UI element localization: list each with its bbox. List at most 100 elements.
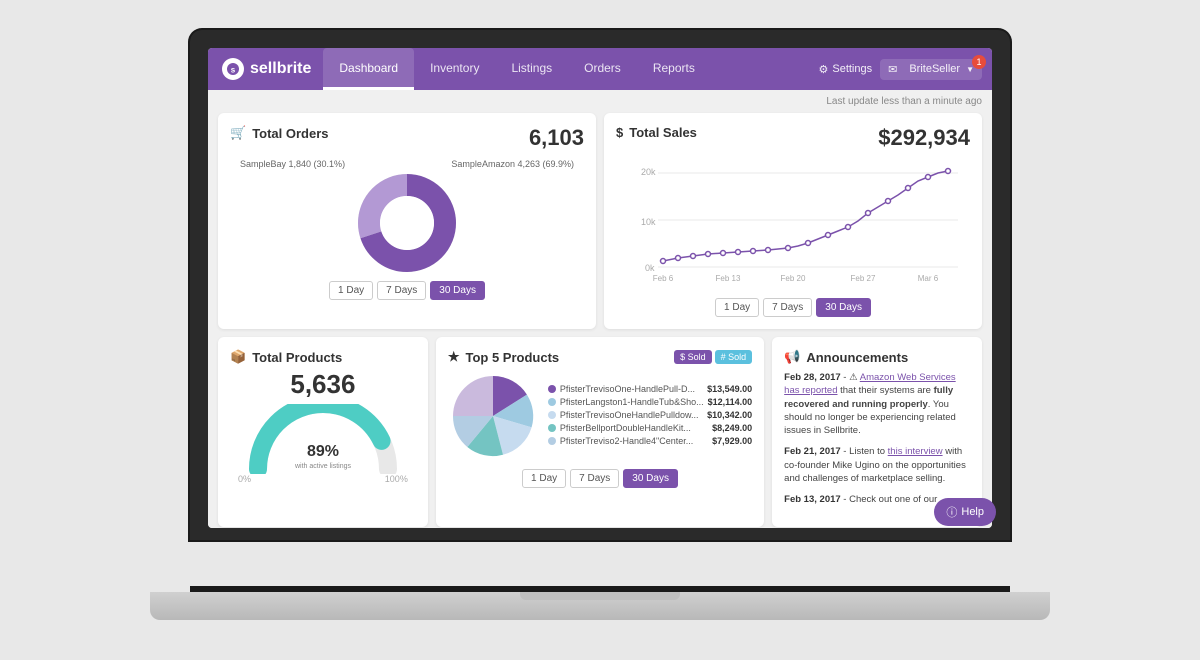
top5-7days-btn[interactable]: 7 Days — [570, 469, 619, 488]
orders-1day-btn[interactable]: 1 Day — [329, 281, 373, 300]
svg-text:Feb 20: Feb 20 — [781, 274, 806, 283]
total-orders-widget: 🛒 Total Orders 6,103 SampleBay 1,840 (30… — [218, 113, 596, 329]
svg-text:89%: 89% — [307, 443, 339, 460]
list-item: PfisterLangston1-HandleTub&Sho... $12,11… — [548, 397, 752, 407]
svg-text:Mar 6: Mar 6 — [918, 274, 939, 283]
donut-chart-container — [230, 173, 584, 273]
tab-inventory[interactable]: Inventory — [414, 48, 495, 90]
svg-text:with active listings: with active listings — [294, 463, 352, 470]
top5-time-buttons: 1 Day 7 Days 30 Days — [448, 469, 752, 488]
top5-products-widget: ★ Top 5 Products $ Sold # Sold — [436, 337, 764, 527]
total-sales-widget: $ Total Sales $292,934 20k 10k — [604, 113, 982, 329]
screen: s sellbrite Dashboard Inventory Listings… — [208, 48, 992, 528]
total-sales-time-buttons: 1 Day 7 Days 30 Days — [616, 298, 970, 317]
announcement-item-1: Feb 28, 2017 - ⚠ Amazon Web Services has… — [784, 371, 970, 437]
ann-date-3: Feb 13, 2017 — [784, 494, 841, 505]
mail-icon: ✉ — [888, 63, 897, 76]
top-widgets-grid: 🛒 Total Orders 6,103 SampleBay 1,840 (30… — [218, 113, 982, 329]
tab-listings[interactable]: Listings — [495, 48, 568, 90]
settings-label: Settings — [832, 63, 872, 75]
top5-pie-svg — [448, 371, 538, 461]
tab-reports[interactable]: Reports — [637, 48, 711, 90]
sales-7days-btn[interactable]: 7 Days — [763, 298, 812, 317]
last-update: Last update less than a minute ago — [218, 96, 982, 107]
total-sales-value: $292,934 — [878, 125, 970, 151]
logo-icon: s — [222, 58, 244, 80]
product-name-3: PfisterTrevisoOneHandlePulldow... — [560, 410, 703, 420]
product-dot-5 — [548, 437, 556, 445]
orders-30days-btn[interactable]: 30 Days — [430, 281, 485, 300]
help-label: Help — [961, 506, 984, 518]
product-dot-1 — [548, 385, 556, 393]
dollar-sold-btn[interactable]: $ Sold — [674, 350, 712, 364]
total-orders-value: 6,103 — [529, 125, 584, 151]
tab-orders[interactable]: Orders — [568, 48, 637, 90]
product-name-2: PfisterLangston1-HandleTub&Sho... — [560, 397, 704, 407]
top5-30days-btn[interactable]: 30 Days — [623, 469, 678, 488]
ann-link-2[interactable]: this interview — [888, 446, 943, 457]
product-amount-2: $12,114.00 — [708, 397, 753, 407]
orders-7days-btn[interactable]: 7 Days — [377, 281, 426, 300]
announcements-list: Feb 28, 2017 - ⚠ Amazon Web Services has… — [784, 371, 970, 507]
line-chart-container: 20k 10k 0k — [616, 159, 970, 290]
content-area: Last update less than a minute ago 🛒 Tot… — [208, 90, 992, 528]
product-amount-4: $8,249.00 — [712, 423, 752, 433]
svg-text:Feb 13: Feb 13 — [716, 274, 741, 283]
gauge-container: 89% with active listings 0% 100% — [230, 404, 416, 484]
laptop-bezel: s sellbrite Dashboard Inventory Listings… — [190, 30, 1010, 540]
bottom-widgets-grid: 📦 Total Products 5,636 — [218, 337, 982, 527]
cart-icon: 🛒 — [230, 125, 246, 141]
sales-1day-btn[interactable]: 1 Day — [715, 298, 759, 317]
total-sales-title: $ Total Sales — [616, 125, 697, 140]
product-amount-1: $13,549.00 — [707, 384, 752, 394]
total-products-value-container: 5,636 — [230, 369, 416, 400]
gauge-max: 100% — [385, 474, 408, 484]
list-item: PfisterTrevisoOne-HandlePull-D... $13,54… — [548, 384, 752, 394]
num-sold-btn[interactable]: # Sold — [715, 350, 753, 364]
product-dot-3 — [548, 411, 556, 419]
list-item: PfisterBellportDoubleHandleKit... $8,249… — [548, 423, 752, 433]
help-circle-icon: ⓘ — [946, 504, 957, 520]
user-menu-button[interactable]: ✉ 1 BriteSeller ▼ — [880, 59, 982, 80]
svg-text:Feb 6: Feb 6 — [653, 274, 674, 283]
announcements-title: 📢 Announcements — [784, 349, 970, 365]
donut-labels: SampleBay 1,840 (30.1%) SampleAmazon 4,2… — [230, 159, 584, 169]
list-item: PfisterTrevisoOneHandlePulldow... $10,34… — [548, 410, 752, 420]
total-sales-header: $ Total Sales $292,934 — [616, 125, 970, 151]
product-name-5: PfisterTreviso2-Handle4"Center... — [560, 436, 708, 446]
logo-svg: s — [226, 62, 240, 76]
gauge-labels: 0% 100% — [230, 474, 416, 484]
line-chart-svg: 20k 10k 0k — [616, 163, 970, 283]
total-products-title: 📦 Total Products — [230, 349, 416, 365]
star-icon: ★ — [448, 349, 460, 365]
dollar-icon: $ — [616, 125, 623, 140]
list-item: PfisterTreviso2-Handle4"Center... $7,929… — [548, 436, 752, 446]
nav-tabs: Dashboard Inventory Listings Orders Repo… — [323, 48, 818, 90]
total-orders-time-buttons: 1 Day 7 Days 30 Days — [230, 281, 584, 300]
svg-text:s: s — [231, 66, 236, 75]
product-amount-5: $7,929.00 — [712, 436, 752, 446]
announcement-icon: 📢 — [784, 349, 800, 365]
logo: s sellbrite — [218, 48, 323, 90]
logo-text: sellbrite — [250, 60, 311, 78]
settings-button[interactable]: ⚙ Settings — [818, 63, 872, 76]
box-icon: 📦 — [230, 349, 246, 365]
donut-chart-svg — [342, 173, 472, 273]
notification-badge: 1 — [972, 55, 986, 69]
top5-title: ★ Top 5 Products — [448, 349, 559, 365]
total-orders-title: 🛒 Total Orders — [230, 125, 329, 141]
top5-1day-btn[interactable]: 1 Day — [522, 469, 566, 488]
top5-buttons: $ Sold # Sold — [674, 350, 752, 364]
total-orders-header: 🛒 Total Orders 6,103 — [230, 125, 584, 151]
ann-date-1: Feb 28, 2017 — [784, 372, 841, 383]
svg-text:10k: 10k — [641, 217, 656, 227]
help-button[interactable]: ⓘ Help — [934, 498, 992, 526]
tab-dashboard[interactable]: Dashboard — [323, 48, 414, 90]
products-chart: PfisterTrevisoOne-HandlePull-D... $13,54… — [448, 371, 752, 461]
user-label: BriteSeller — [909, 63, 960, 75]
sales-30days-btn[interactable]: 30 Days — [816, 298, 871, 317]
svg-text:20k: 20k — [641, 167, 656, 177]
product-dot-4 — [548, 424, 556, 432]
total-products-widget: 📦 Total Products 5,636 — [218, 337, 428, 527]
app: s sellbrite Dashboard Inventory Listings… — [208, 48, 992, 528]
